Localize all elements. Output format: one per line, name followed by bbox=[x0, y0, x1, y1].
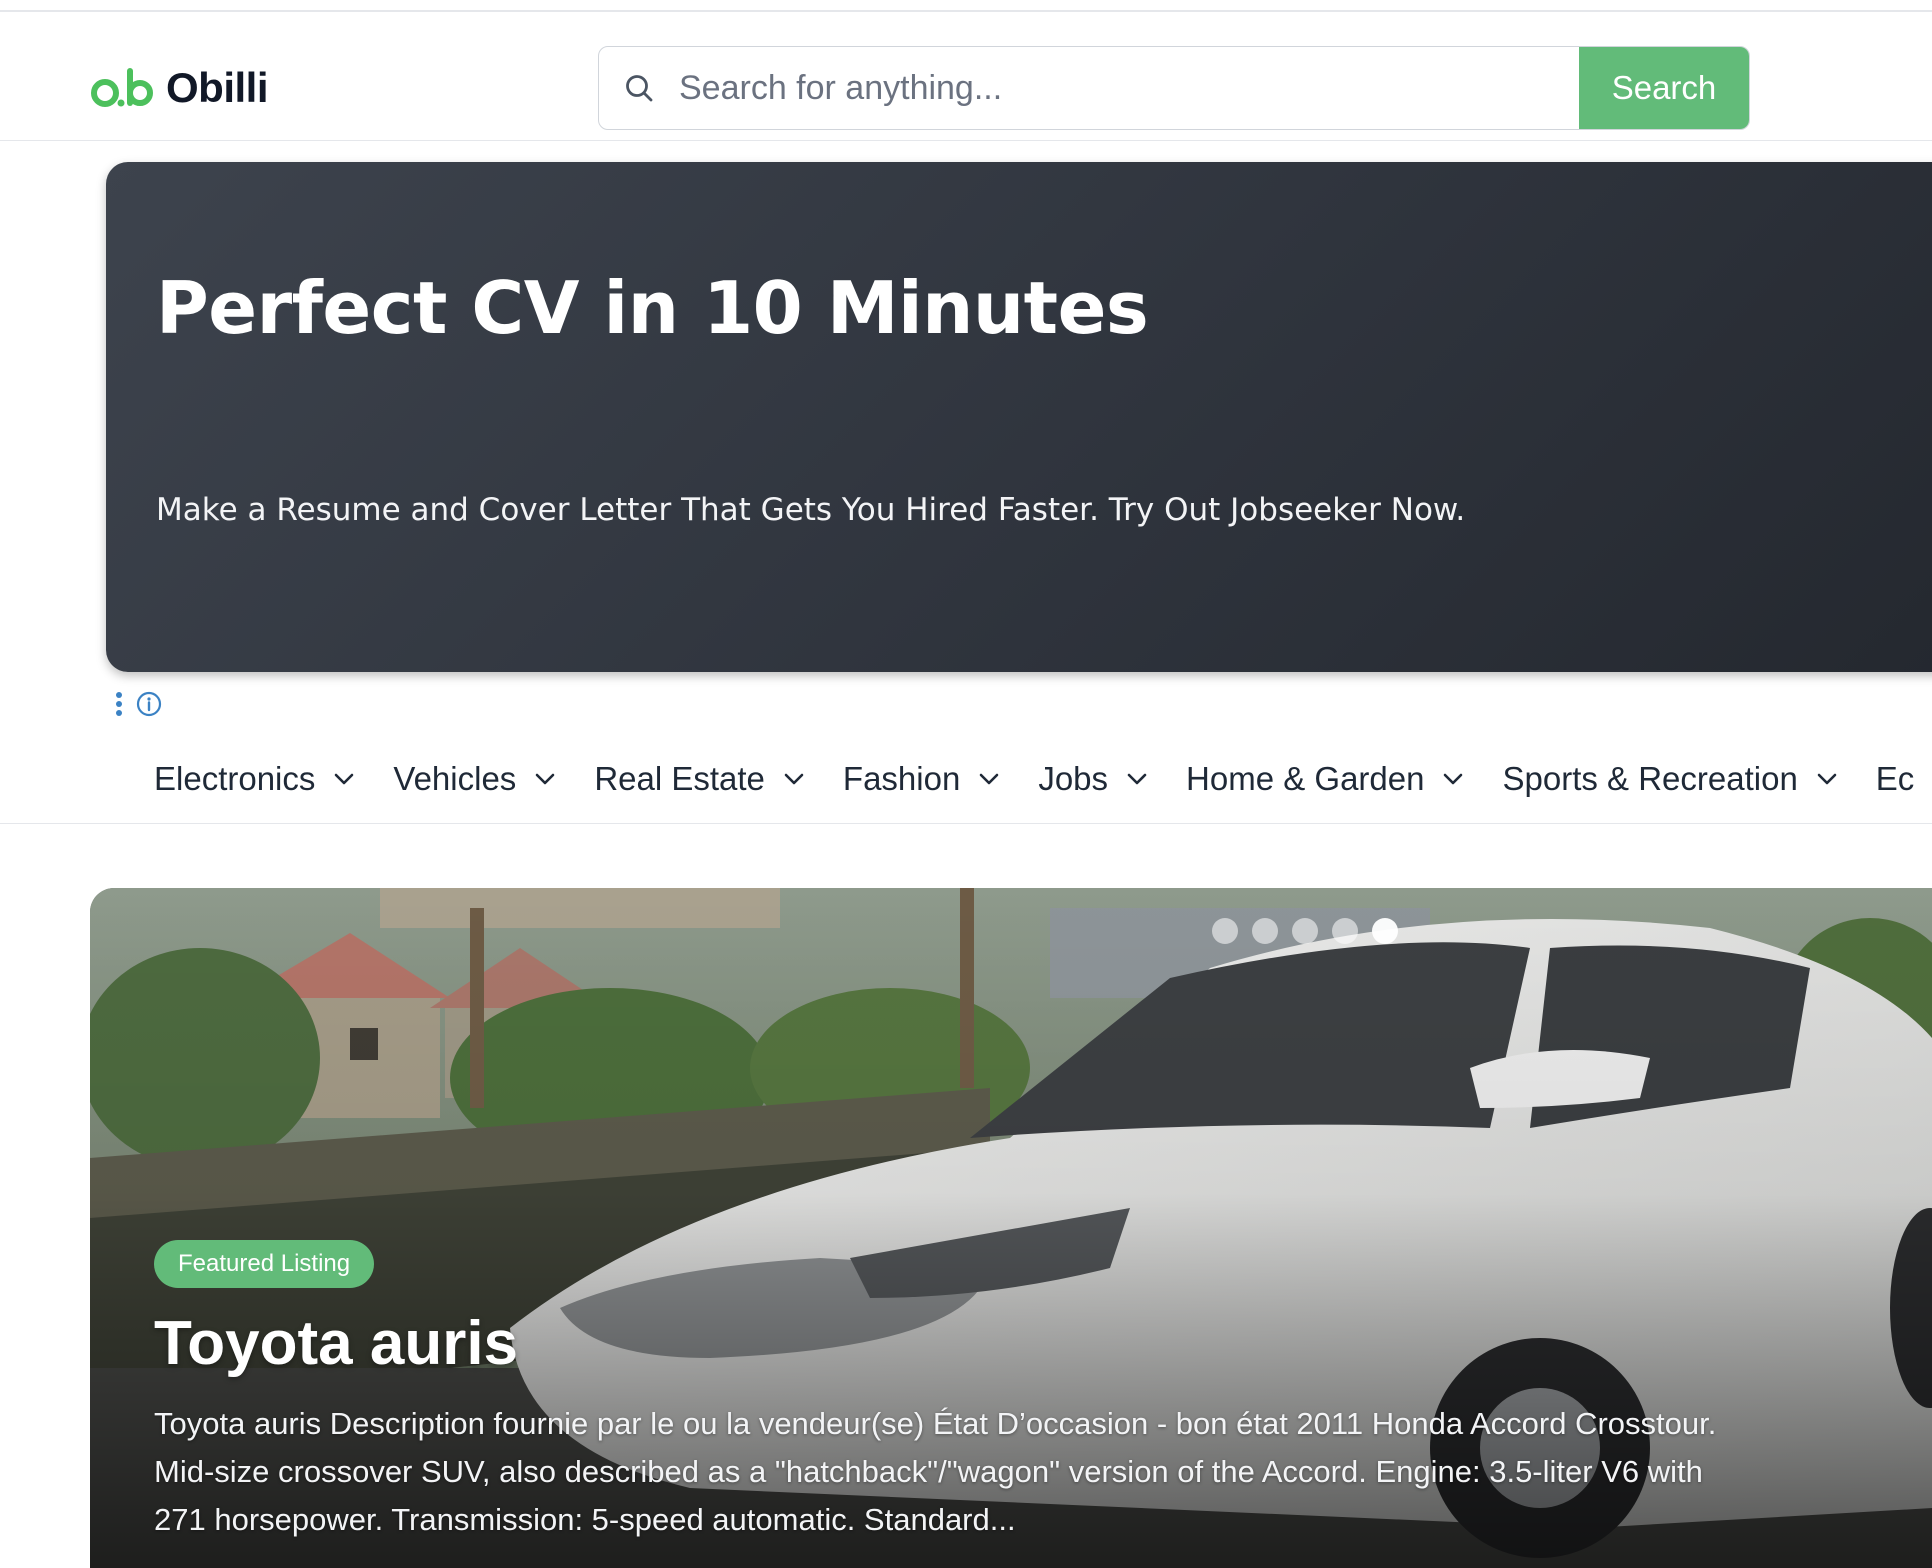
chevron-down-icon bbox=[784, 773, 804, 785]
carousel-dot[interactable] bbox=[1292, 918, 1318, 944]
featured-listing-carousel[interactable]: Featured Listing Toyota auris Toyota aur… bbox=[90, 888, 1932, 1568]
carousel-dots bbox=[1212, 918, 1398, 944]
category-label: Vehicles bbox=[393, 760, 517, 797]
carousel-dot[interactable] bbox=[1252, 918, 1278, 944]
category-label: Real Estate bbox=[594, 760, 765, 797]
ad-subtitle: Make a Resume and Cover Letter That Gets… bbox=[156, 492, 1466, 528]
info-icon[interactable] bbox=[136, 691, 162, 722]
ad-meta bbox=[114, 690, 162, 722]
logo-mark-icon bbox=[91, 68, 153, 107]
featured-badge: Featured Listing bbox=[154, 1240, 375, 1288]
category-list: Electronics Vehicles Real Estate Fashion… bbox=[154, 760, 1932, 798]
chevron-down-icon bbox=[1817, 773, 1837, 785]
category-electronics[interactable]: Electronics bbox=[154, 760, 355, 798]
category-home-garden[interactable]: Home & Garden bbox=[1186, 760, 1464, 798]
category-real-estate[interactable]: Real Estate bbox=[594, 760, 805, 798]
brand-name: Obilli bbox=[166, 64, 269, 111]
site-header: Obilli Search bbox=[0, 12, 1932, 141]
ad-title: Perfect CV in 10 Minutes bbox=[156, 266, 1149, 350]
category-jobs[interactable]: Jobs bbox=[1038, 760, 1148, 798]
search-input[interactable] bbox=[679, 47, 1579, 129]
category-label: Fashion bbox=[842, 760, 961, 797]
search-button[interactable]: Search bbox=[1579, 47, 1749, 129]
ad-banner[interactable]: Perfect CV in 10 Minutes Make a Resume a… bbox=[106, 162, 1932, 672]
chevron-down-icon bbox=[1127, 773, 1147, 785]
category-label: Electronics bbox=[154, 760, 316, 797]
logo[interactable]: Obilli bbox=[90, 52, 269, 124]
category-label: Jobs bbox=[1038, 760, 1109, 797]
carousel-dot[interactable] bbox=[1212, 918, 1238, 944]
carousel-dot-active[interactable] bbox=[1372, 918, 1398, 944]
search-icon bbox=[599, 47, 679, 129]
category-nav: Electronics Vehicles Real Estate Fashion… bbox=[0, 740, 1932, 824]
category-fashion[interactable]: Fashion bbox=[843, 760, 1000, 798]
category-label: Home & Garden bbox=[1186, 760, 1425, 797]
category-label: Ec bbox=[1875, 760, 1915, 797]
chevron-down-icon bbox=[536, 773, 555, 785]
chevron-down-icon bbox=[1444, 773, 1463, 785]
listing-description: Toyota auris Description fournie par le … bbox=[154, 1406, 1717, 1537]
category-vehicles[interactable]: Vehicles bbox=[393, 760, 556, 798]
more-vertical-icon[interactable] bbox=[114, 691, 124, 722]
listing-title[interactable]: Toyota auris bbox=[154, 1308, 518, 1379]
search-bar: Search bbox=[598, 46, 1750, 130]
category-label: Sports & Recreation bbox=[1502, 760, 1798, 797]
chevron-down-icon bbox=[980, 773, 999, 785]
category-truncated[interactable]: Ec bbox=[1876, 760, 1915, 798]
chevron-down-icon bbox=[335, 773, 354, 785]
category-sports-recreation[interactable]: Sports & Recreation bbox=[1502, 760, 1837, 798]
carousel-dot[interactable] bbox=[1332, 918, 1358, 944]
